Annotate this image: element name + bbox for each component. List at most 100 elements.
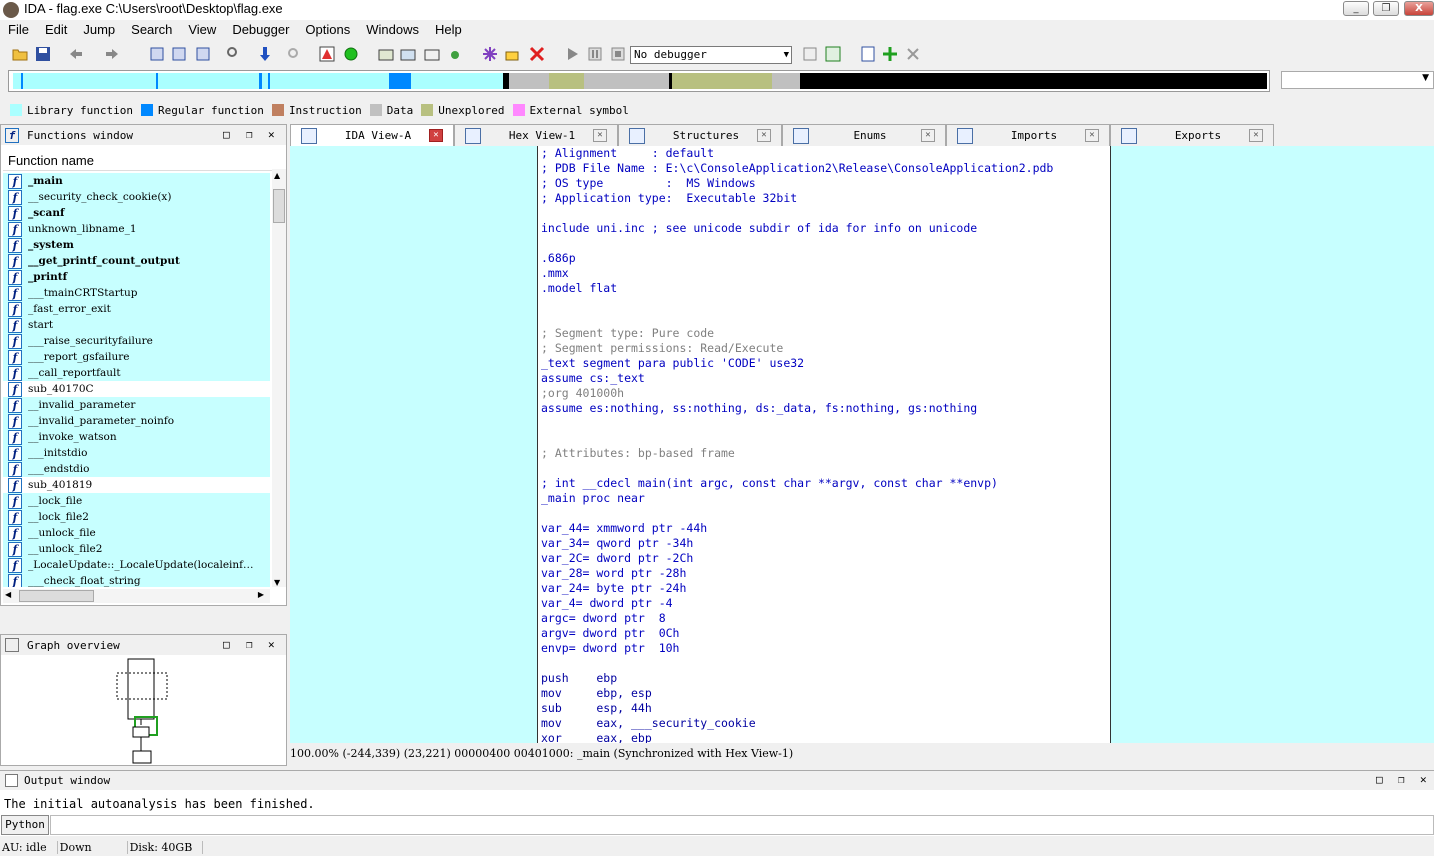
code-line[interactable]: argc= dword ptr 8 [541, 611, 666, 626]
disassembly-listing[interactable]: ; Alignment : default; PDB File Name : E… [537, 146, 1111, 743]
breakpoint-remove-icon[interactable] [905, 46, 921, 62]
plugin-icon[interactable] [482, 46, 498, 62]
code-line[interactable]: sub esp, 44h [541, 701, 652, 716]
search-disabled-icon[interactable] [286, 46, 302, 62]
menu-options[interactable]: Options [297, 20, 358, 41]
edit-icon[interactable] [505, 46, 521, 62]
code-line[interactable]: ; Attributes: bp-based frame [541, 446, 735, 461]
delete-icon[interactable] [529, 46, 545, 62]
function-row[interactable]: f __invalid_parameter [3, 397, 270, 413]
trace-icon[interactable] [860, 46, 876, 62]
function-row[interactable]: f __security_check_cookie(x) [3, 189, 270, 205]
save-icon[interactable] [35, 46, 51, 62]
code-line[interactable]: _text segment para public 'CODE' use32 [541, 356, 804, 371]
code-line[interactable]: ;org 401000h [541, 386, 624, 401]
breakpoint-add-icon[interactable] [882, 46, 898, 62]
refresh-icon[interactable] [825, 46, 841, 62]
restore-icon[interactable]: □ [1376, 773, 1383, 786]
menu-view[interactable]: View [180, 20, 224, 41]
function-row[interactable]: f __invoke_watson [3, 429, 270, 445]
code-line[interactable]: var_24= byte ptr -24h [541, 581, 686, 596]
pause-icon[interactable] [587, 46, 603, 62]
restore-icon[interactable]: □ [223, 128, 230, 141]
green-circle-icon[interactable] [343, 46, 359, 62]
float-icon[interactable]: ❐ [246, 128, 253, 141]
function-row[interactable]: f __lock_file2 [3, 509, 270, 525]
code-line[interactable]: ; OS type : MS Windows [541, 176, 756, 191]
code-line[interactable]: .model flat [541, 281, 617, 296]
function-row[interactable]: f _fast_error_exit [3, 301, 270, 317]
menu-file[interactable]: File [0, 20, 37, 41]
menu-help[interactable]: Help [427, 20, 470, 41]
list-functions-icon[interactable] [172, 46, 188, 62]
code-line[interactable]: envp= dword ptr 10h [541, 641, 679, 656]
tab-structures[interactable]: Structures ✕ [618, 124, 782, 146]
function-row[interactable]: f __unlock_file2 [3, 541, 270, 557]
function-row[interactable]: f ___initstdio [3, 445, 270, 461]
menu-search[interactable]: Search [123, 20, 180, 41]
find-icon[interactable] [226, 46, 242, 62]
horizontal-scrollbar[interactable]: ◀ ▶ [3, 589, 270, 603]
code-line[interactable]: assume es:nothing, ss:nothing, ds:_data,… [541, 401, 977, 416]
close-icon[interactable]: ✕ [593, 129, 607, 142]
attach-icon[interactable] [802, 46, 818, 62]
function-row[interactable]: f start [3, 317, 270, 333]
code-line[interactable]: xor eax, ebp [541, 731, 652, 743]
code-line[interactable]: ; Segment permissions: Read/Execute [541, 341, 783, 356]
segment-select[interactable]: ▼ [1281, 71, 1434, 89]
jump-down-icon[interactable] [257, 46, 273, 62]
function-row[interactable]: f unknown_libname_1 [3, 221, 270, 237]
close-icon[interactable]: ✕ [1420, 773, 1427, 786]
menu-jump[interactable]: Jump [75, 20, 123, 41]
minimize-button[interactable]: _ [1343, 1, 1369, 16]
code-line[interactable]: ; Segment type: Pure code [541, 326, 714, 341]
back-arrow-icon[interactable] [68, 46, 84, 62]
function-row[interactable]: f ___endstdio [3, 461, 270, 477]
function-row[interactable]: f sub_401819 [3, 477, 270, 493]
graph-thumbnail[interactable] [111, 657, 181, 767]
function-row[interactable]: f __get_printf_count_output [3, 253, 270, 269]
open-folder-icon[interactable] [12, 46, 28, 62]
float-icon[interactable]: ❐ [1398, 773, 1405, 786]
code-line[interactable]: var_34= qword ptr -34h [541, 536, 693, 551]
code-line[interactable]: ; Application type: Executable 32bit [541, 191, 797, 206]
close-icon[interactable]: ✕ [268, 128, 275, 141]
code-line[interactable]: .mmx [541, 266, 569, 281]
function-row[interactable]: f _printf [3, 269, 270, 285]
function-row[interactable]: f __invalid_parameter_noinfo [3, 413, 270, 429]
forward-arrow-icon[interactable] [104, 46, 120, 62]
navigation-band[interactable] [8, 70, 1270, 92]
code-line[interactable]: include uni.inc ; see unicode subdir of … [541, 221, 977, 236]
function-row[interactable]: f _main [3, 173, 270, 189]
code-line[interactable]: _main proc near [541, 491, 645, 506]
float-icon[interactable]: ❐ [246, 638, 253, 651]
tab-imports[interactable]: Imports ✕ [946, 124, 1110, 146]
function-row[interactable]: f ___check_float_string [3, 573, 270, 587]
tab-ida-view-a[interactable]: IDA View-A ✕ [290, 124, 454, 146]
close-icon[interactable]: ✕ [921, 129, 935, 142]
function-row[interactable]: f ___report_gsfailure [3, 349, 270, 365]
code-line[interactable]: ; PDB File Name : E:\c\ConsoleApplicatio… [541, 161, 1053, 176]
function-row[interactable]: f __unlock_file [3, 525, 270, 541]
code-line[interactable]: mov ebp, esp [541, 686, 652, 701]
code-line[interactable]: argv= dword ptr 0Ch [541, 626, 679, 641]
close-icon[interactable]: ✕ [757, 129, 771, 142]
menu-debugger[interactable]: Debugger [224, 20, 297, 41]
tab-enums[interactable]: Enums ✕ [782, 124, 946, 146]
maximize-button[interactable]: ❐ [1373, 1, 1399, 16]
code-line[interactable]: mov eax, ___security_cookie [541, 716, 756, 731]
function-row[interactable]: f _scanf [3, 205, 270, 221]
menu-windows[interactable]: Windows [358, 20, 427, 41]
function-row[interactable]: f __lock_file [3, 493, 270, 509]
debugger-select[interactable]: No debugger ▼ [630, 46, 792, 64]
code-line[interactable]: var_2C= dword ptr -2Ch [541, 551, 693, 566]
python-input[interactable] [50, 815, 1434, 835]
list-names-icon[interactable] [150, 46, 166, 62]
code-line[interactable]: var_44= xmmword ptr -44h [541, 521, 707, 536]
close-button[interactable]: X [1404, 1, 1434, 16]
code-line[interactable]: var_4= dword ptr -4 [541, 596, 673, 611]
close-icon[interactable]: ✕ [429, 129, 443, 142]
stop-icon[interactable] [610, 46, 626, 62]
vertical-scrollbar[interactable]: ▲ ▼ [272, 169, 286, 587]
code-line[interactable]: assume cs:_text [541, 371, 645, 386]
